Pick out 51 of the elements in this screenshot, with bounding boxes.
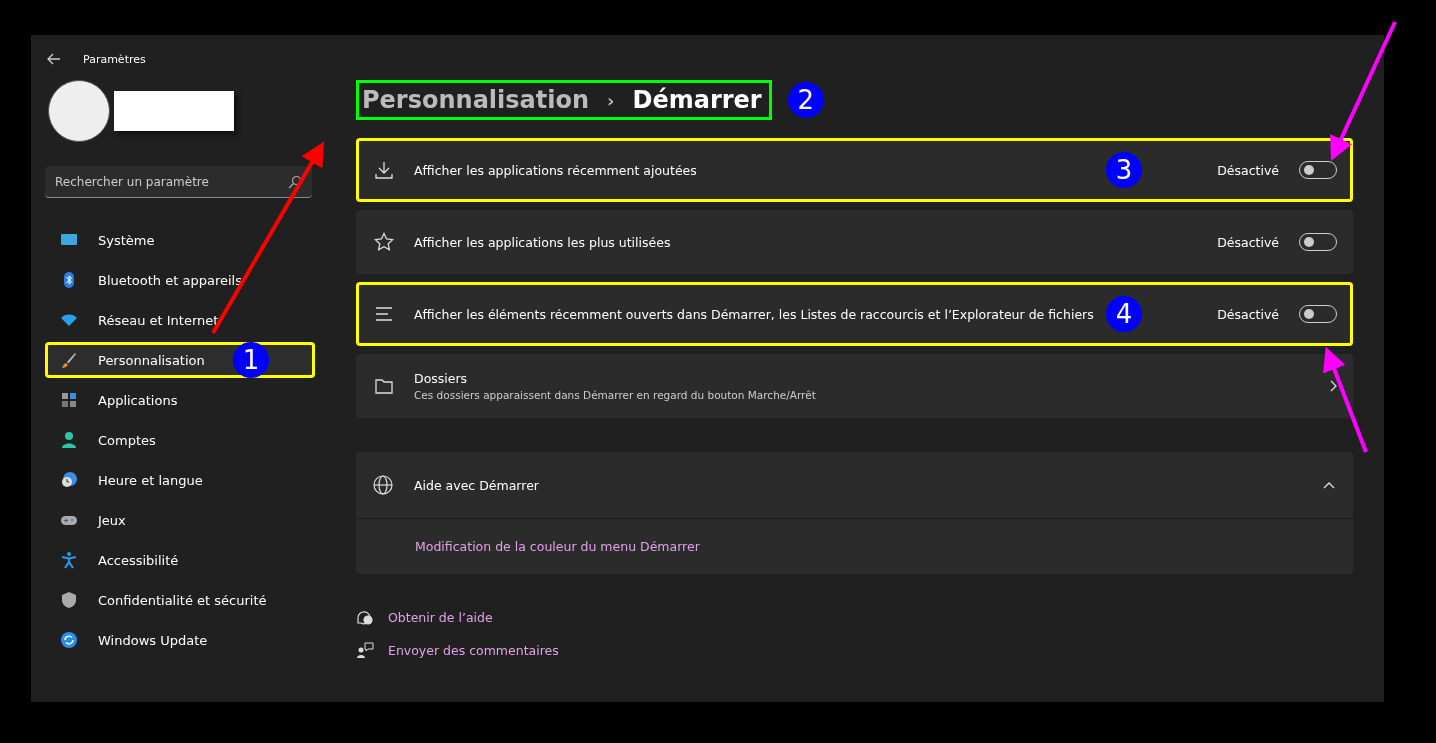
update-icon bbox=[60, 631, 78, 649]
sidebar-item[interactable]: Applications bbox=[45, 382, 315, 418]
person-icon bbox=[60, 431, 78, 449]
help-section-title: Aide avec Démarrer bbox=[414, 477, 540, 493]
toggle-state-label: Désactivé bbox=[1217, 234, 1279, 250]
sidebar-item[interactable]: Comptes bbox=[45, 422, 315, 458]
sidebar-item[interactable]: Heure et langue bbox=[45, 462, 315, 498]
sidebar-item[interactable]: Système bbox=[45, 222, 315, 258]
footer-link[interactable]: Obtenir de l’aide bbox=[388, 609, 493, 625]
feedback-icon bbox=[356, 641, 374, 659]
help-link[interactable]: Modification de la couleur du menu Démarrer bbox=[415, 539, 700, 554]
globe-icon bbox=[372, 474, 394, 496]
footer-link[interactable]: Envoyer des commentaires bbox=[388, 642, 559, 658]
setting-label: Dossiers bbox=[414, 371, 468, 386]
lines-icon bbox=[374, 304, 394, 324]
shield-icon bbox=[60, 591, 78, 609]
sidebar-item[interactable]: Accessibilité bbox=[45, 542, 315, 578]
toggle-state-label: Désactivé bbox=[1217, 306, 1279, 322]
help-bubble-icon bbox=[356, 608, 374, 626]
number-badge: 4 bbox=[1106, 296, 1142, 332]
breadcrumb-separator: › bbox=[607, 89, 615, 111]
access-icon bbox=[60, 551, 78, 569]
setting-description: Ces dossiers apparaissent dans Démarrer en regard du bouton Marche/Arrêt bbox=[414, 389, 816, 401]
folder-icon bbox=[374, 376, 394, 396]
sidebar-item[interactable]: Jeux bbox=[45, 502, 315, 538]
help-section-header[interactable]: Aide avec Démarrer bbox=[356, 452, 1353, 519]
search-field[interactable]: Rechercher un paramètre bbox=[45, 166, 312, 198]
download-icon bbox=[374, 160, 394, 180]
star-icon bbox=[374, 232, 394, 252]
sidebar-item[interactable]: Windows Update bbox=[45, 622, 315, 658]
sidebar-item[interactable]: Confidentialité et sécurité bbox=[45, 582, 315, 618]
brush-icon bbox=[60, 351, 78, 369]
setting-label: Afficher les éléments récemment ouverts dans Démarrer, les Listes de raccourcis et l’Explorateur de fichiers bbox=[414, 306, 1094, 322]
number-badge: 3 bbox=[1106, 152, 1142, 188]
sidebar-item[interactable]: Réseau et Internet bbox=[45, 302, 315, 338]
settings-nav-row[interactable]: Dossiers Ces dossiers apparaissent dans Démarrer en regard du bouton Marche/Arrêt bbox=[356, 354, 1353, 418]
clock-icon bbox=[60, 471, 78, 489]
window-title: Paramètres bbox=[83, 52, 146, 66]
number-badge: 1 bbox=[233, 342, 269, 378]
toggle-state-label: Désactivé bbox=[1217, 162, 1279, 178]
breadcrumb-parent[interactable]: Personnalisation bbox=[362, 86, 590, 114]
setting-label: Afficher les applications les plus utilisées bbox=[414, 234, 671, 250]
chevron-right-icon bbox=[1329, 380, 1337, 392]
sidebar-item[interactable]: Personnalisation 1 bbox=[45, 342, 315, 378]
page-title: Démarrer bbox=[632, 86, 762, 114]
sidebar-item[interactable]: Bluetooth et appareils bbox=[45, 262, 315, 298]
back-arrow-icon[interactable] bbox=[47, 53, 61, 65]
setting-label: Afficher les applications récemment ajoutées bbox=[414, 162, 697, 178]
apps-icon bbox=[60, 391, 78, 409]
search-icon bbox=[288, 175, 302, 189]
number-badge: 2 bbox=[787, 82, 824, 118]
